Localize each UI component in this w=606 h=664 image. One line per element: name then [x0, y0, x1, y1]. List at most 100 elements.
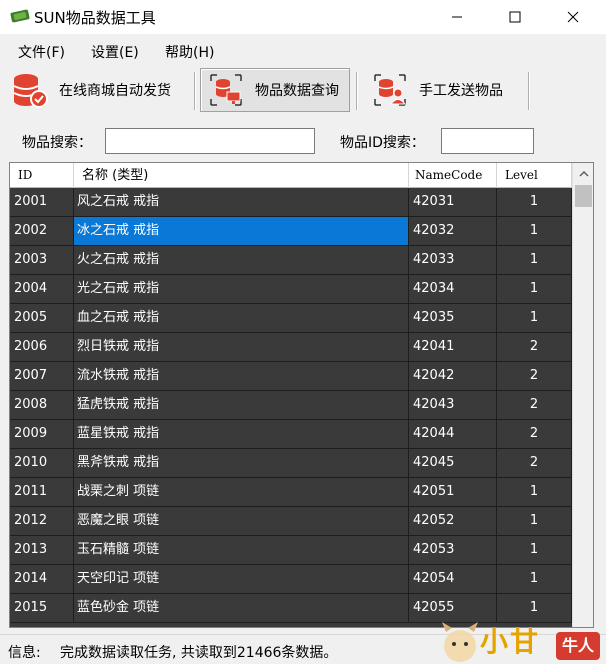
table-row[interactable]: 2007 流水铁戒 戒指 42042 2: [10, 362, 572, 391]
menu-settings[interactable]: 设置(E): [91, 42, 139, 62]
cell-name[interactable]: 火之石戒 戒指: [74, 246, 409, 274]
cell-namecode[interactable]: 42052: [409, 507, 497, 535]
cell-name[interactable]: 流水铁戒 戒指: [74, 362, 409, 390]
cell-id[interactable]: 2015: [10, 594, 74, 622]
cell-namecode[interactable]: 42041: [409, 333, 497, 361]
cell-namecode[interactable]: 42033: [409, 246, 497, 274]
cell-level[interactable]: 2: [497, 449, 572, 477]
manual-send-label: 手工发送物品: [419, 83, 503, 99]
close-button[interactable]: [544, 0, 602, 34]
cell-namecode[interactable]: 42053: [409, 536, 497, 564]
table-row[interactable]: 2011 战栗之刺 项链 42051 1: [10, 478, 572, 507]
cell-id[interactable]: 2008: [10, 391, 74, 419]
cell-name[interactable]: 冰之石戒 戒指: [74, 217, 409, 245]
auto-ship-label: 在线商城自动发货: [59, 83, 171, 99]
column-header-id[interactable]: ID: [10, 163, 74, 188]
grid-header: ID 名称 (类型) NameCode Level: [10, 163, 572, 188]
cell-namecode[interactable]: 42043: [409, 391, 497, 419]
minimize-button[interactable]: [428, 0, 486, 34]
table-row[interactable]: 2014 天空印记 项链 42054 1: [10, 565, 572, 594]
auto-ship-button[interactable]: 在线商城自动发货: [4, 68, 190, 112]
table-row[interactable]: 2006 烈日铁戒 戒指 42041 2: [10, 333, 572, 362]
cell-name[interactable]: 血之石戒 戒指: [74, 304, 409, 332]
cell-namecode[interactable]: 42051: [409, 478, 497, 506]
manual-send-button[interactable]: 手工发送物品: [364, 68, 524, 112]
column-header-level[interactable]: Level: [497, 163, 572, 188]
cell-id[interactable]: 2004: [10, 275, 74, 303]
cell-name[interactable]: 光之石戒 戒指: [74, 275, 409, 303]
scroll-up-button[interactable]: [573, 163, 593, 184]
cell-namecode[interactable]: 42042: [409, 362, 497, 390]
cell-name[interactable]: 天空印记 项链: [74, 565, 409, 593]
close-icon: [567, 11, 579, 23]
table-row[interactable]: 2010 黑斧铁戒 戒指 42045 2: [10, 449, 572, 478]
cell-level[interactable]: 2: [497, 391, 572, 419]
table-row[interactable]: 2013 玉石精髓 项链 42053 1: [10, 536, 572, 565]
cell-level[interactable]: 1: [497, 478, 572, 506]
cell-name[interactable]: 黑斧铁戒 戒指: [74, 449, 409, 477]
cell-level[interactable]: 1: [497, 304, 572, 332]
cell-name[interactable]: 猛虎铁戒 戒指: [74, 391, 409, 419]
cell-id[interactable]: 2011: [10, 478, 74, 506]
vertical-scrollbar[interactable]: [572, 163, 593, 627]
cell-namecode[interactable]: 42031: [409, 188, 497, 216]
cell-namecode[interactable]: 42032: [409, 217, 497, 245]
cell-name[interactable]: 烈日铁戒 戒指: [74, 333, 409, 361]
table-row[interactable]: 2004 光之石戒 戒指 42034 1: [10, 275, 572, 304]
column-header-name[interactable]: 名称 (类型): [74, 163, 409, 188]
scroll-thumb[interactable]: [575, 185, 592, 207]
cell-name[interactable]: 风之石戒 戒指: [74, 188, 409, 216]
cell-namecode[interactable]: 42054: [409, 565, 497, 593]
maximize-button[interactable]: [486, 0, 544, 34]
cell-name[interactable]: 玉石精髓 项链: [74, 536, 409, 564]
cell-id[interactable]: 2003: [10, 246, 74, 274]
item-data-grid[interactable]: ID 名称 (类型) NameCode Level 2001 风之石戒 戒指 420…: [9, 162, 594, 628]
cell-level[interactable]: 2: [497, 420, 572, 448]
menu-help[interactable]: 帮助(H): [165, 42, 214, 62]
column-header-namecode[interactable]: NameCode: [409, 163, 497, 188]
database-user-icon: [374, 74, 407, 106]
cell-id[interactable]: 2007: [10, 362, 74, 390]
cell-id[interactable]: 2001: [10, 188, 74, 216]
item-id-search-input[interactable]: [441, 128, 534, 154]
table-row[interactable]: 2005 血之石戒 戒指 42035 1: [10, 304, 572, 333]
cell-namecode[interactable]: 42035: [409, 304, 497, 332]
table-row[interactable]: 2012 恶魔之眼 项链 42052 1: [10, 507, 572, 536]
table-row[interactable]: 2001 风之石戒 戒指 42031 1: [10, 188, 572, 217]
cell-name[interactable]: 蓝星铁戒 戒指: [74, 420, 409, 448]
cell-name[interactable]: 战栗之刺 项链: [74, 478, 409, 506]
cell-id[interactable]: 2014: [10, 565, 74, 593]
cell-namecode[interactable]: 42034: [409, 275, 497, 303]
item-id-search-label: 物品ID搜索：: [340, 135, 425, 151]
menu-file[interactable]: 文件(F): [18, 42, 65, 62]
cell-level[interactable]: 2: [497, 362, 572, 390]
cell-level[interactable]: 1: [497, 217, 572, 245]
item-search-input[interactable]: [105, 128, 315, 154]
cell-id[interactable]: 2005: [10, 304, 74, 332]
cell-level[interactable]: 1: [497, 275, 572, 303]
cell-id[interactable]: 2006: [10, 333, 74, 361]
cell-id[interactable]: 2013: [10, 536, 74, 564]
cell-id[interactable]: 2012: [10, 507, 74, 535]
cell-level[interactable]: 1: [497, 507, 572, 535]
table-row[interactable]: 2009 蓝星铁戒 戒指 42044 2: [10, 420, 572, 449]
cell-namecode[interactable]: 42045: [409, 449, 497, 477]
cell-level[interactable]: 1: [497, 565, 572, 593]
table-row[interactable]: 2002 冰之石戒 戒指 42032 1: [10, 217, 572, 246]
item-query-button[interactable]: 物品数据查询: [200, 68, 350, 112]
cell-namecode[interactable]: 42044: [409, 420, 497, 448]
cell-name[interactable]: 蓝色砂金 项链: [74, 594, 409, 622]
cell-level[interactable]: 1: [497, 536, 572, 564]
cell-id[interactable]: 2002: [10, 217, 74, 245]
table-row[interactable]: 2003 火之石戒 戒指 42033 1: [10, 246, 572, 275]
cell-level[interactable]: 1: [497, 246, 572, 274]
cell-level[interactable]: 1: [497, 188, 572, 216]
cell-name[interactable]: 恶魔之眼 项链: [74, 507, 409, 535]
search-row: 物品搜索： 物品ID搜索：: [0, 126, 606, 156]
cell-id[interactable]: 2010: [10, 449, 74, 477]
table-row[interactable]: 2008 猛虎铁戒 戒指 42043 2: [10, 391, 572, 420]
cell-level[interactable]: 2: [497, 333, 572, 361]
title-bar: SUN物品数据工具: [0, 0, 606, 34]
status-message: 完成数据读取任务, 共读取到21466条数据。: [60, 645, 338, 661]
cell-id[interactable]: 2009: [10, 420, 74, 448]
